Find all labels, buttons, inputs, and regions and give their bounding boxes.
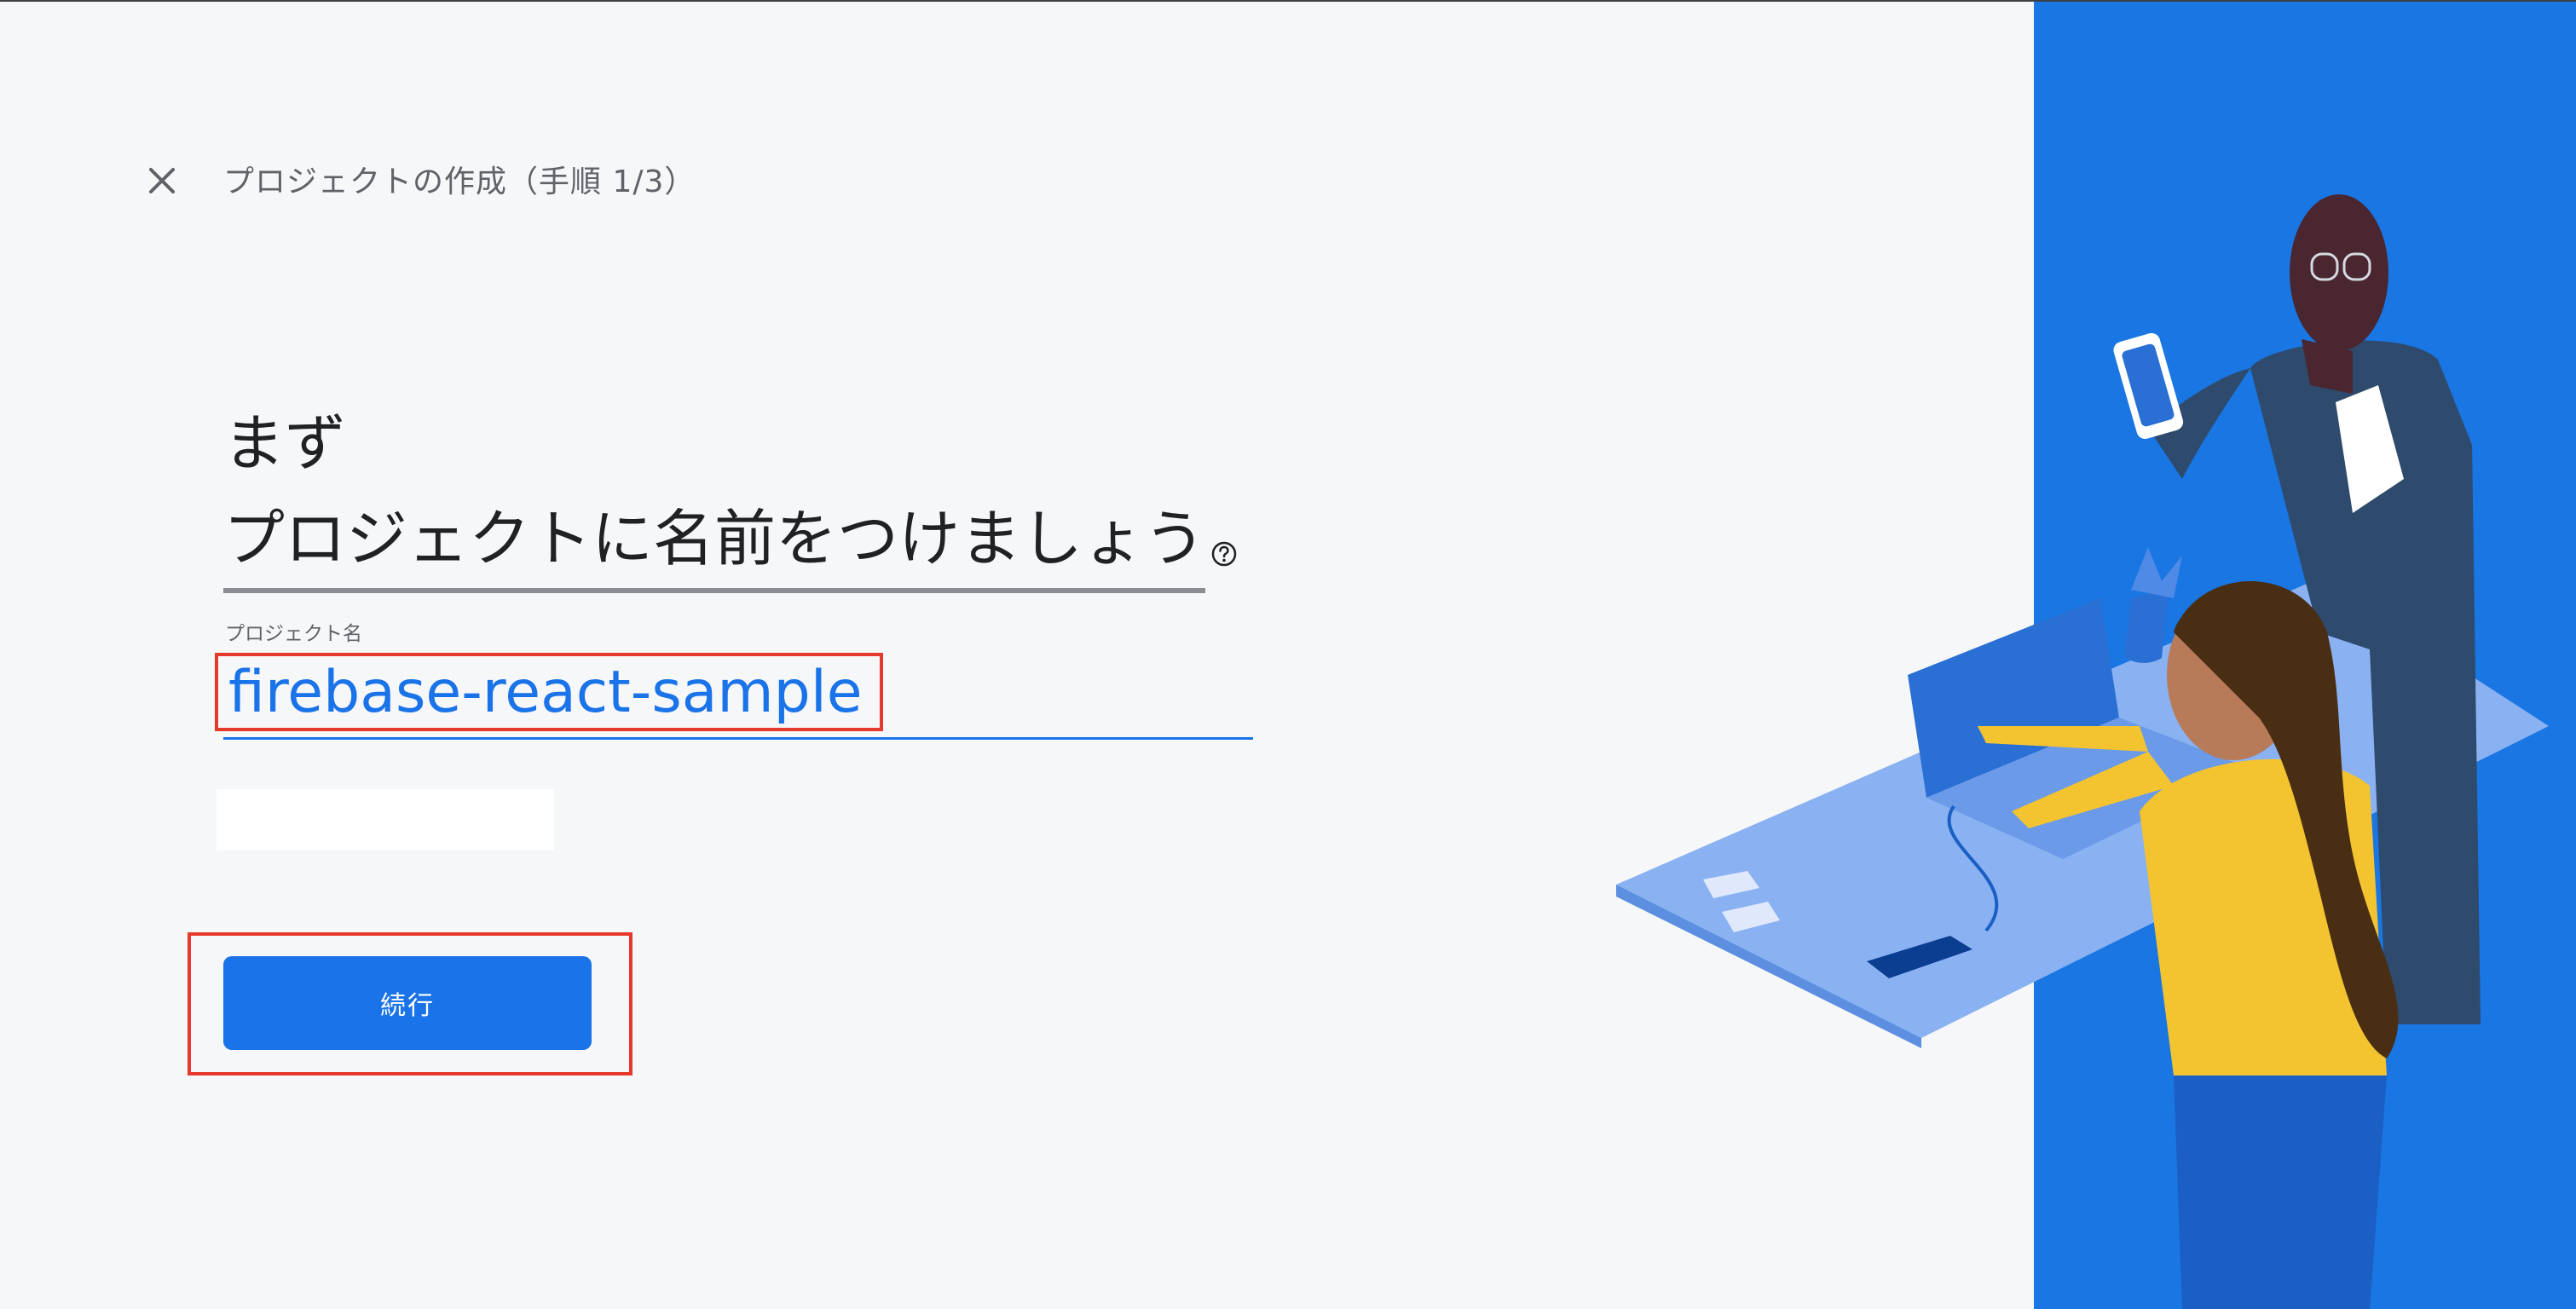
project-name-field: [223, 651, 1253, 740]
project-name-input[interactable]: [228, 651, 1243, 733]
team-illustration: [1616, 2, 2576, 1309]
page-heading: まず プロジェクトに名前をつけましょう: [223, 395, 1238, 593]
blank-area: [217, 789, 554, 851]
heading-line-2[interactable]: プロジェクトに名前をつけましょう: [223, 491, 1206, 593]
continue-button[interactable]: 続行: [223, 956, 592, 1050]
plant: [2124, 590, 2169, 663]
create-project-dialog: プロジェクトの作成（手順 1/3） まず プロジェクトに名前をつけましょう プロ…: [0, 0, 2576, 1309]
step-title: プロジェクトの作成（手順 1/3）: [223, 164, 696, 199]
close-button[interactable]: [136, 155, 188, 206]
project-name-label: プロジェクト名: [225, 623, 362, 645]
close-icon: [149, 168, 175, 193]
heading-line-1: まず: [223, 407, 347, 479]
help-circle-icon[interactable]: [1210, 499, 1238, 567]
